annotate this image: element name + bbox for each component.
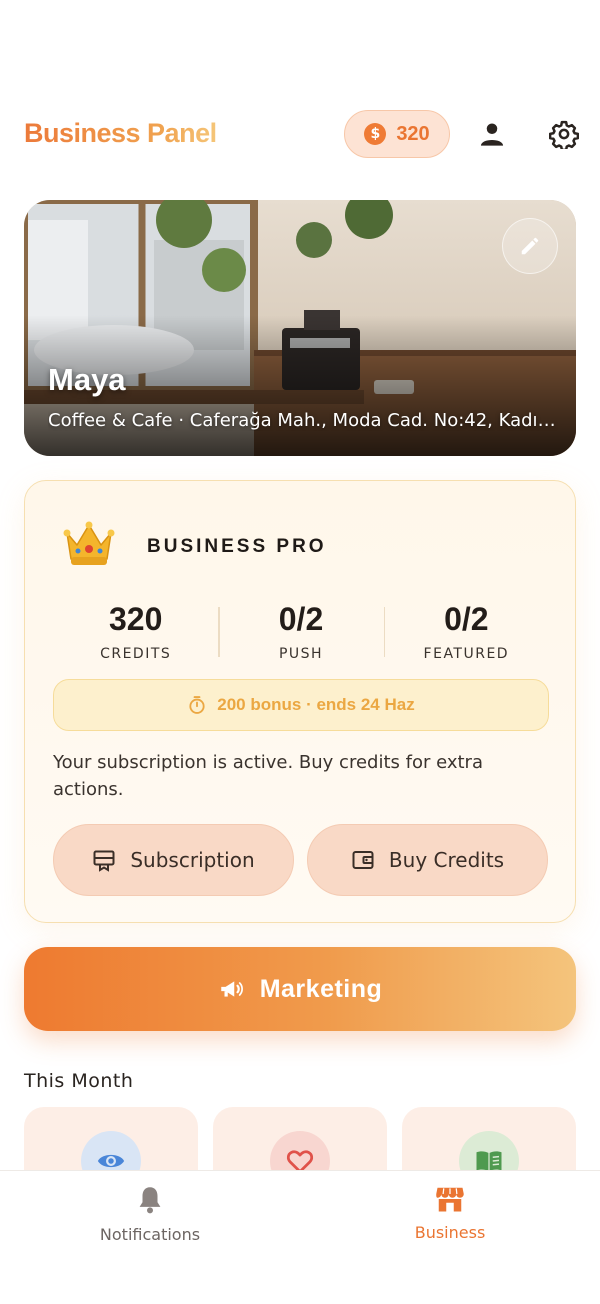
marketing-label: Marketing	[259, 974, 383, 1003]
bonus-text: 200 bonus · ends 24 Haz	[217, 695, 415, 714]
nav-label-notifications: Notifications	[99, 1225, 201, 1244]
stat-label: FEATURED	[423, 646, 510, 662]
stat-value: 0/2	[278, 601, 324, 637]
timer-icon	[189, 696, 205, 714]
buy-credits-label: Buy Credits	[388, 848, 505, 872]
bell-icon	[139, 1187, 161, 1214]
top-header: Business Panel $ 320	[0, 100, 600, 170]
coin-icon: $	[364, 123, 387, 145]
marketing-button[interactable]: Marketing	[24, 947, 576, 1031]
page-title: Business Panel	[24, 118, 217, 148]
stat-value: 320	[108, 601, 163, 637]
bottom-navigation: Notifications Business	[0, 1170, 600, 1304]
subscription-icon	[93, 850, 115, 872]
subscription-button[interactable]: Subscription	[53, 824, 294, 896]
plan-title: BUSINESS PRO	[147, 536, 327, 557]
stat-push: 0/2 PUSH	[218, 601, 383, 671]
business-name: Maya	[48, 362, 126, 397]
bonus-badge: 200 bonus · ends 24 Haz	[53, 679, 549, 731]
buy-credits-button[interactable]: Buy Credits	[307, 824, 548, 896]
subscription-card: BUSINESS PRO 320 CREDITS 0/2 PUSH 0/2 FE…	[24, 480, 576, 923]
stat-label: PUSH	[278, 646, 324, 662]
stat-credits: 320 CREDITS	[53, 601, 218, 671]
this-month-title: This Month	[24, 1070, 134, 1092]
edit-business-button[interactable]	[502, 218, 558, 274]
megaphone-icon	[220, 981, 243, 997]
nav-item-notifications[interactable]: Notifications	[50, 1185, 250, 1244]
nav-item-business[interactable]: Business	[350, 1185, 550, 1242]
person-icon	[480, 123, 504, 146]
subscription-description: Your subscription is active. Buy credits…	[53, 752, 483, 800]
stat-value: 0/2	[444, 601, 489, 637]
store-icon	[436, 1187, 464, 1212]
credit-balance-button[interactable]: $ 320	[344, 110, 450, 158]
stat-featured: 0/2 FEATURED	[383, 601, 549, 671]
crown-icon	[63, 521, 115, 565]
subscription-label: Subscription	[130, 848, 255, 872]
business-cover[interactable]: Maya Coffee & Cafe · Caferağa Mah., Moda…	[24, 200, 576, 456]
stat-label: CREDITS	[100, 646, 172, 662]
credit-balance-value: 320	[396, 122, 430, 145]
profile-button[interactable]	[472, 114, 512, 154]
pencil-icon	[521, 237, 539, 255]
gear-icon	[549, 120, 579, 149]
plan-stats: 320 CREDITS 0/2 PUSH 0/2 FEATURED	[53, 601, 549, 671]
settings-button[interactable]	[544, 114, 584, 154]
business-address: Coffee & Cafe · Caferağa Mah., Moda Cad.…	[48, 410, 558, 431]
nav-label-business: Business	[414, 1223, 486, 1242]
wallet-icon	[352, 851, 374, 869]
